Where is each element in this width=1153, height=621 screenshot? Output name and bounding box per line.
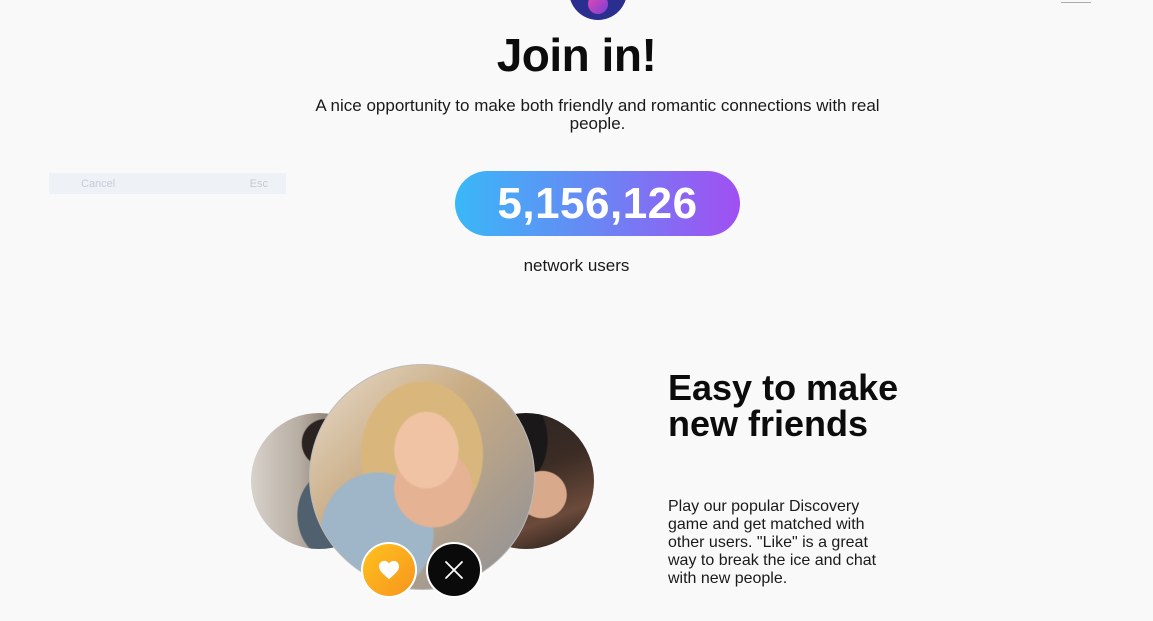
like-button[interactable] (361, 542, 417, 598)
brand-logo[interactable] (569, 0, 627, 20)
user-count-badge: 5,156,126 (455, 171, 740, 236)
cancel-label[interactable]: Cancel (81, 178, 115, 190)
close-icon (445, 561, 463, 579)
feature-description: Play our popular Discovery game and get … (668, 498, 877, 587)
page-subtitle: A nice opportunity to make both friendly… (315, 96, 880, 133)
user-count-caption: network users (523, 256, 630, 275)
logo-heart-icon (588, 0, 608, 14)
dislike-button[interactable] (426, 542, 482, 598)
top-right-decoration (1061, 0, 1091, 3)
page: Join in! A nice opportunity to make both… (0, 0, 1153, 621)
profile-photo-main (309, 364, 535, 590)
heart-icon (379, 560, 399, 580)
feature-title: Easy to make new friends (668, 367, 899, 444)
cancel-bar[interactable]: Cancel Esc (49, 173, 286, 194)
esc-shortcut-label: Esc (249, 177, 268, 190)
user-count-value: 5,156,126 (497, 178, 698, 228)
page-title: Join in! (496, 29, 657, 81)
